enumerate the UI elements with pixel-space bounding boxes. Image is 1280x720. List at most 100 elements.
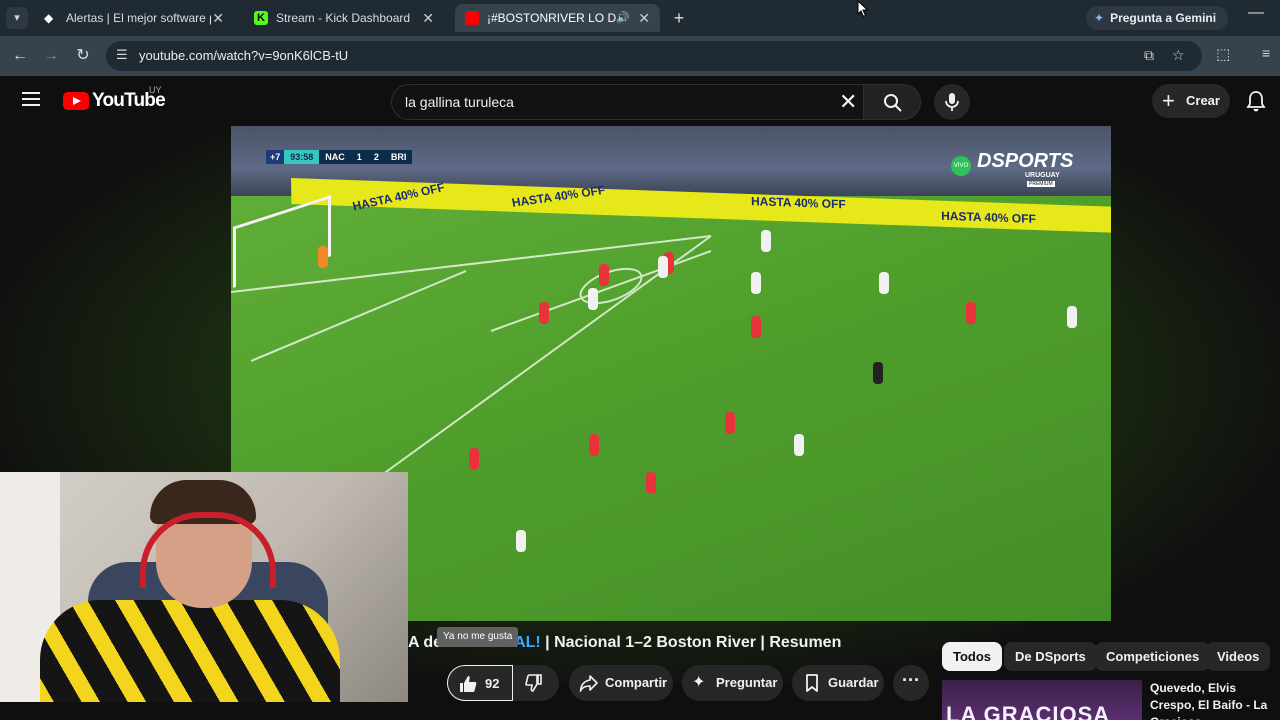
player [751, 272, 761, 294]
like-button[interactable]: 92 [447, 665, 513, 701]
title-rest: | Nacional 1–2 Boston River | Resumen [540, 634, 842, 651]
dsports-watermark: VIVO DSPORTS URUGUAY PREMIUM [951, 148, 1074, 188]
browser-toolbar: ← → ↻ ☰ youtube.com/watch?v=9onK6lCB-tU … [0, 36, 1280, 76]
youtube-favicon-icon [465, 11, 479, 25]
browser-tab-youtube[interactable]: ¡#BOSTONRIVER LO DIO VU 🔊 ✕ [455, 4, 660, 32]
player [761, 230, 771, 252]
notifications-bell-icon[interactable] [1245, 90, 1267, 112]
player [646, 472, 656, 494]
plus-icon: + [1162, 88, 1175, 113]
gemini-label: Pregunta a Gemini [1110, 11, 1217, 25]
bookmark-star-icon[interactable]: ☆ [1172, 47, 1185, 64]
close-tab-icon[interactable]: ✕ [422, 4, 434, 32]
title-highlight: AL! [514, 634, 541, 651]
reload-icon[interactable]: ↻ [72, 45, 94, 67]
search-icon [884, 94, 902, 112]
clear-search-icon[interactable]: ✕ [839, 85, 857, 119]
player [589, 434, 599, 456]
kick-favicon-icon: K [254, 11, 268, 25]
ask-gemini-button[interactable]: ✦ Pregunta a Gemini [1086, 6, 1229, 30]
menu-icon[interactable] [22, 92, 40, 106]
create-label: Crear [1186, 93, 1220, 108]
home-team: NAC [319, 150, 351, 164]
chip-de-dsports[interactable]: De DSports [1004, 642, 1097, 671]
youtube-header: YouTube UY la gallina turuleca ✕ + Crear [0, 76, 1280, 126]
close-tab-icon[interactable]: ✕ [212, 4, 224, 32]
save-label: Guardar [828, 675, 879, 690]
player [966, 302, 976, 324]
match-clock: 93:58 [284, 150, 320, 164]
player [794, 434, 804, 456]
tab-title: Alertas | El mejor software para [66, 11, 211, 25]
url-text[interactable]: youtube.com/watch?v=9onK6lCB-tU [139, 41, 348, 71]
voice-search-button[interactable] [934, 84, 970, 120]
referee [873, 362, 883, 384]
ad-text: HASTA 40% OFF [510, 182, 607, 210]
recommendation-title[interactable]: Quevedo, Elvis Crespo, El Baifo - La Gra… [1150, 680, 1280, 720]
mouse-cursor-icon [857, 0, 869, 18]
close-tab-icon[interactable]: ✕ [638, 4, 650, 32]
chip-todos[interactable]: Todos [942, 642, 1003, 671]
player [599, 264, 609, 286]
thumbs-up-icon [460, 676, 477, 692]
thumbs-down-icon[interactable] [523, 673, 543, 693]
forward-icon[interactable]: → [40, 45, 62, 67]
ask-button[interactable]: ✦ Preguntar [682, 665, 783, 701]
youtube-page: YouTube UY la gallina turuleca ✕ + Crear [0, 76, 1280, 720]
broadcaster-tier: PREMIUM [1027, 181, 1055, 187]
player [658, 256, 668, 278]
side-panel-icon[interactable]: ≡ [1262, 45, 1270, 61]
dislike-tooltip: Ya no me gusta [437, 627, 519, 647]
ask-label: Preguntar [716, 675, 778, 690]
share-button[interactable]: Compartir [569, 665, 673, 701]
player [751, 316, 761, 338]
player [879, 272, 889, 294]
search-input[interactable]: la gallina turuleca ✕ [391, 84, 872, 120]
address-bar[interactable]: ☰ youtube.com/watch?v=9onK6lCB-tU ⧉ ☆ [106, 41, 1202, 71]
country-code: UY [149, 85, 162, 95]
like-count: 92 [485, 676, 500, 691]
goalkeeper [318, 246, 328, 268]
search-button[interactable] [863, 84, 921, 120]
site-info-icon[interactable]: ☰ [116, 47, 132, 65]
back-icon[interactable]: ← [9, 45, 31, 67]
browser-tab-kick[interactable]: K Stream - Kick Dashboard ✕ [244, 4, 444, 32]
new-tab-button[interactable]: + [670, 4, 688, 32]
player [588, 288, 598, 310]
broadcaster-brand: DSPORTS [977, 150, 1074, 172]
player [1067, 306, 1077, 328]
away-team: BRI [384, 150, 413, 164]
thumbnail-text: LA GRACIOSA [946, 702, 1111, 720]
more-actions-icon[interactable]: ··· [893, 665, 929, 701]
microphone-icon [945, 93, 959, 111]
create-button[interactable]: + Crear [1152, 84, 1230, 118]
tab-title: Stream - Kick Dashboard [276, 11, 411, 25]
minimize-window-icon[interactable]: — [1248, 4, 1264, 22]
added-time: +7 [266, 150, 285, 164]
like-dislike-group: 92 [447, 665, 559, 701]
broadcaster-region: URUGUAY [1025, 172, 1060, 179]
speaker-icon[interactable]: 🔊 [616, 4, 630, 32]
player [539, 302, 549, 324]
live-badge: VIVO [951, 156, 971, 176]
away-score: 2 [367, 150, 385, 164]
ad-text: HASTA 40% OFF [941, 208, 1036, 227]
search-value: la gallina turuleca [405, 94, 514, 110]
chip-competiciones[interactable]: Competiciones [1095, 642, 1211, 671]
browser-tab-alertas[interactable]: ◆ Alertas | El mejor software para ✕ [34, 4, 234, 32]
save-button[interactable]: Guardar [792, 665, 884, 701]
streamer-webcam [0, 472, 408, 702]
alertas-favicon-icon: ◆ [44, 11, 54, 25]
install-app-icon[interactable]: ⧉ [1144, 47, 1154, 64]
extensions-icon[interactable]: ⬚ [1216, 45, 1230, 63]
bookmark-icon [806, 674, 818, 692]
recommendation-thumbnail[interactable]: LA GRACIOSA [942, 680, 1142, 720]
gemini-star-icon: ✦ [1094, 11, 1105, 25]
tab-search-button[interactable]: ▾ [6, 7, 28, 29]
player [725, 412, 735, 434]
chip-videos[interactable]: Videos [1206, 642, 1271, 671]
sparkle-icon: ✦ [692, 674, 706, 691]
tab-title: ¡#BOSTONRIVER LO DIO VU [487, 11, 617, 25]
browser-tab-strip: ▾ ◆ Alertas | El mejor software para ✕ K… [0, 0, 1280, 36]
home-score: 1 [350, 150, 368, 164]
